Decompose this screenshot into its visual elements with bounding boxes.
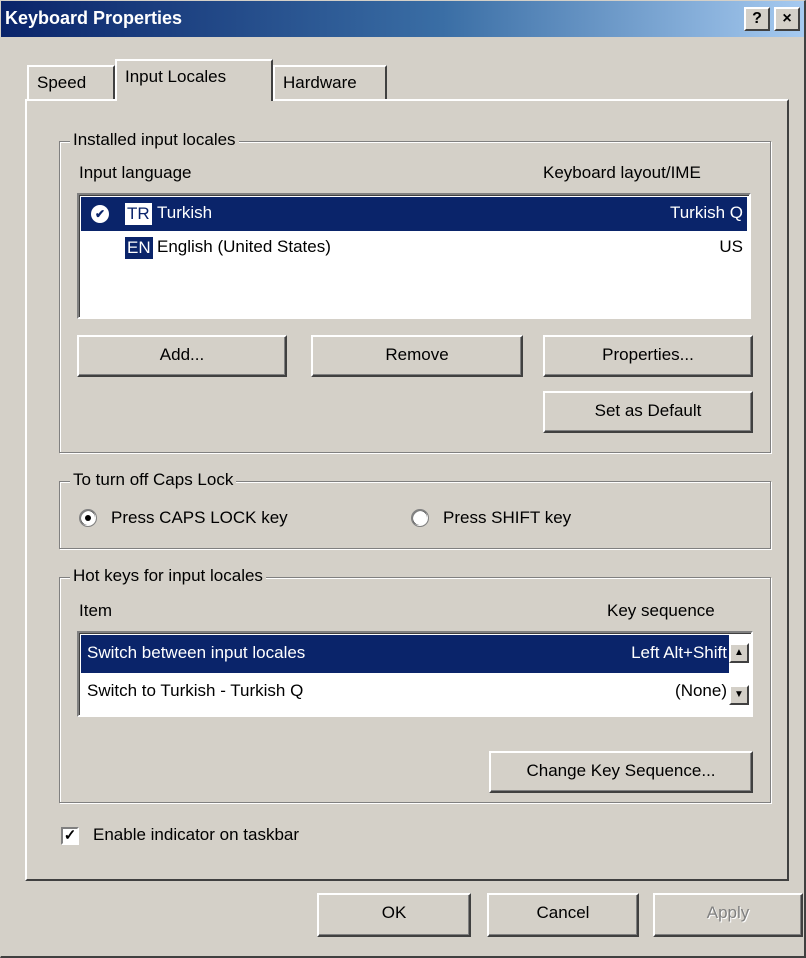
col-input-language: Input language xyxy=(79,163,192,182)
hotkey-sequence: Left Alt+Shift xyxy=(631,643,727,662)
cancel-button[interactable]: Cancel xyxy=(487,893,639,937)
title-bar[interactable]: Keyboard Properties ? × xyxy=(1,1,804,37)
hotkey-row-switch-locales[interactable]: Switch between input locales Left Alt+Sh… xyxy=(81,635,729,673)
scroll-down-button[interactable]: ▼ xyxy=(729,685,749,705)
hotkey-sequence: (None) xyxy=(675,681,727,700)
caps-lock-group-title: To turn off Caps Lock xyxy=(70,470,237,490)
keyboard-properties-dialog: Keyboard Properties ? × Speed Input Loca… xyxy=(0,0,806,958)
enable-indicator-label[interactable]: Enable indicator on taskbar xyxy=(93,825,299,845)
ok-button[interactable]: OK xyxy=(317,893,471,937)
shift-radio[interactable] xyxy=(411,509,429,527)
col-keyboard-layout: Keyboard layout/IME xyxy=(543,163,701,182)
locale-layout: Turkish Q xyxy=(669,203,743,222)
enable-indicator-checkbox[interactable]: ✓ xyxy=(61,827,79,845)
locale-code: EN xyxy=(125,237,153,259)
hot-keys-group-title: Hot keys for input locales xyxy=(70,566,266,586)
properties-button[interactable]: Properties... xyxy=(543,335,753,377)
tab-input-locales-label: Input Locales xyxy=(125,67,227,86)
caps-lock-radio[interactable] xyxy=(79,509,97,527)
col-item: Item xyxy=(79,601,113,620)
tab-input-locales[interactable]: Input Locales xyxy=(115,59,273,101)
change-key-sequence-button[interactable]: Change Key Sequence... xyxy=(489,751,753,793)
apply-button[interactable]: Apply xyxy=(653,893,803,937)
tab-speed[interactable]: Speed xyxy=(27,65,115,99)
default-check-icon: ✔ xyxy=(91,205,109,223)
scroll-up-button[interactable]: ▲ xyxy=(729,643,749,663)
radio-dot-icon xyxy=(85,515,91,521)
caps-lock-option-label[interactable]: Press CAPS LOCK key xyxy=(111,508,288,528)
add-button[interactable]: Add... xyxy=(77,335,287,377)
help-button[interactable]: ? xyxy=(744,7,770,31)
remove-button[interactable]: Remove xyxy=(311,335,523,377)
locale-name: English (United States) xyxy=(157,237,331,256)
locale-code: TR xyxy=(125,203,152,225)
locale-name: Turkish xyxy=(157,203,213,222)
hot-keys-list[interactable]: Switch between input locales Left Alt+Sh… xyxy=(77,631,753,717)
locale-layout: US xyxy=(719,237,743,256)
close-button[interactable]: × xyxy=(774,7,800,31)
hotkey-item: Switch to Turkish - Turkish Q xyxy=(87,681,304,700)
shift-option-label[interactable]: Press SHIFT key xyxy=(443,508,571,528)
hotkey-item: Switch between input locales xyxy=(87,643,306,662)
installed-locales-list[interactable]: ✔ TR Turkish Turkish Q EN English (Unite… xyxy=(77,193,751,319)
installed-locales-group-title: Installed input locales xyxy=(70,130,239,150)
set-default-button[interactable]: Set as Default xyxy=(543,391,753,433)
tab-hardware[interactable]: Hardware xyxy=(273,65,387,99)
window-title: Keyboard Properties xyxy=(5,8,183,28)
hotkey-row-switch-turkish[interactable]: Switch to Turkish - Turkish Q (None) xyxy=(81,673,729,711)
col-key-sequence: Key sequence xyxy=(607,601,715,620)
locale-row-english[interactable]: EN English (United States) US xyxy=(81,231,747,265)
locale-row-turkish[interactable]: ✔ TR Turkish Turkish Q xyxy=(81,197,747,231)
